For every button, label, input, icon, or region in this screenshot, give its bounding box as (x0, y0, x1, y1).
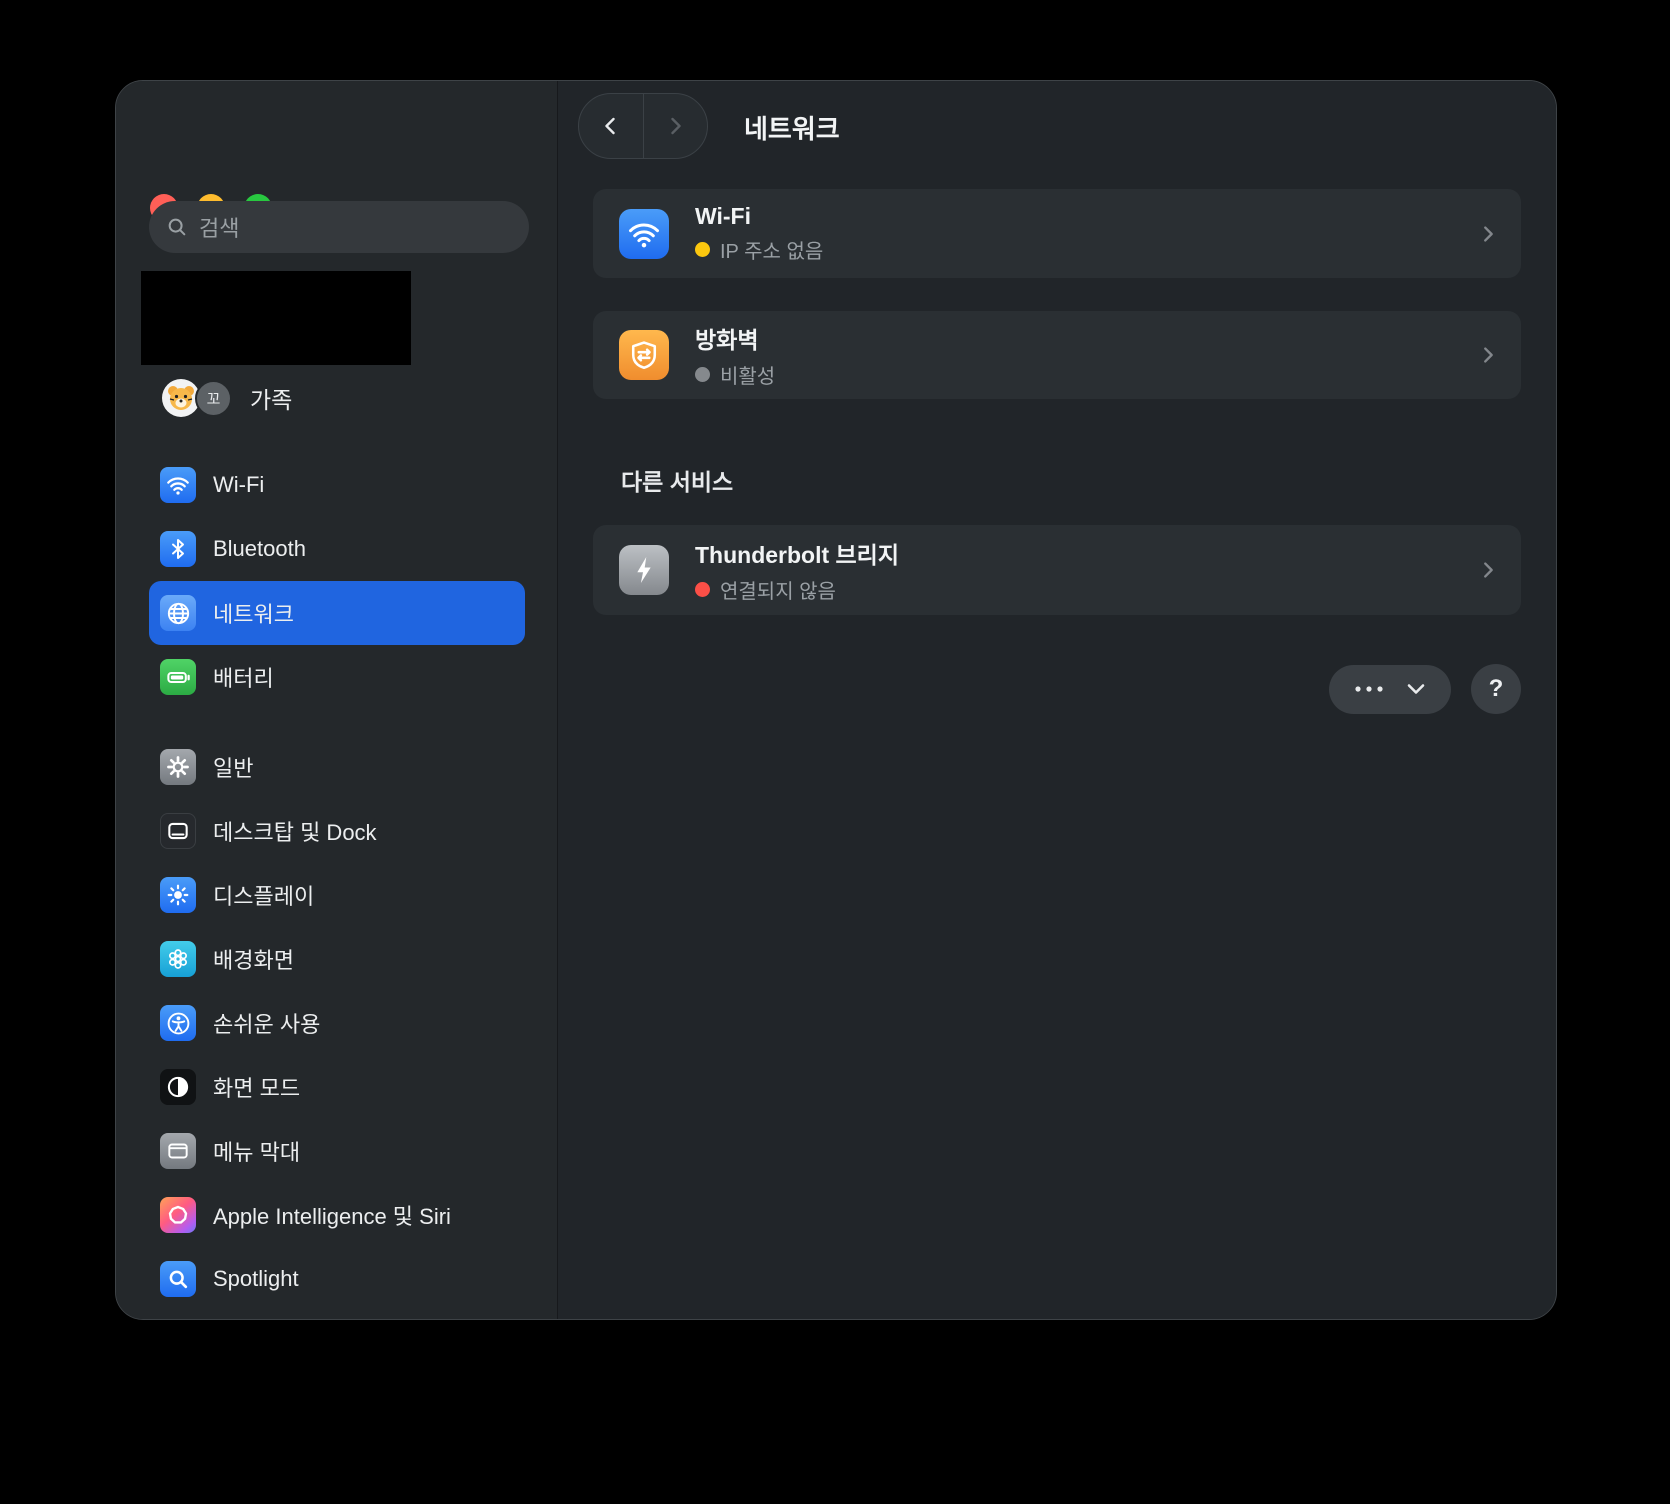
display-brightness-icon (160, 877, 196, 913)
desktop-dock-icon (160, 813, 196, 849)
sidebar-item-network[interactable]: 네트워크 (149, 581, 525, 645)
sidebar-item-label: 일반 (213, 751, 253, 783)
thunderbolt-icon (619, 545, 669, 595)
row-title: Thunderbolt 브리지 (695, 536, 1477, 570)
sidebar-item-wifi[interactable]: Wi-Fi (149, 453, 525, 517)
wifi-icon (619, 209, 669, 259)
sidebar-item-wallpaper[interactable]: 배경화면 (149, 927, 525, 991)
sidebar-item-label: Wi-Fi (213, 472, 264, 498)
redacted-account-name (141, 271, 411, 365)
help-button[interactable]: ? (1471, 664, 1521, 714)
search-icon (166, 216, 188, 238)
thunderbolt-bridge-row[interactable]: Thunderbolt 브리지 연결되지 않음 (593, 525, 1521, 615)
wifi-row[interactable]: Wi-Fi IP 주소 없음 (593, 189, 1521, 278)
sidebar-item-label: 디스플레이 (213, 879, 314, 911)
chevron-right-icon (1477, 341, 1499, 369)
sidebar-item-bluetooth[interactable]: Bluetooth (149, 517, 525, 581)
sidebar-item-family[interactable]: 꼬 가족 (162, 378, 292, 418)
sidebar-item-general[interactable]: 일반 (149, 735, 525, 799)
firewall-row[interactable]: 방화벽 비활성 (593, 311, 1521, 399)
search-input[interactable]: 검색 (149, 201, 529, 253)
system-settings-window: 검색 꼬 가족 (115, 80, 1557, 1320)
screen-mode-icon (160, 1069, 196, 1105)
more-options-button[interactable] (1329, 665, 1451, 714)
sidebar-item-label: 데스크탑 및 Dock (213, 815, 377, 847)
search-placeholder: 검색 (199, 211, 239, 243)
status-dot (695, 242, 710, 257)
apple-intelligence-icon (160, 1197, 196, 1233)
family-avatars: 꼬 (162, 378, 250, 418)
sidebar-item-label: 손쉬운 사용 (213, 1007, 320, 1039)
sidebar-item-menu-bar[interactable]: 메뉴 막대 (149, 1119, 525, 1183)
accessibility-icon (160, 1005, 196, 1041)
row-status: IP 주소 없음 (695, 235, 1477, 264)
row-status: 연결되지 않음 (695, 575, 1477, 604)
sidebar-item-label: 네트워크 (213, 597, 294, 629)
sidebar-nav-primary: Wi-Fi Bluetooth 네트워크 (149, 453, 525, 709)
spotlight-icon (160, 1261, 196, 1297)
sidebar-item-label: 배터리 (213, 661, 274, 693)
wallpaper-flower-icon (160, 941, 196, 977)
sidebar-item-label: Spotlight (213, 1266, 299, 1292)
sidebar-nav-secondary: 일반 데스크탑 및 Dock 디스플레이 (149, 735, 525, 1311)
battery-icon (160, 659, 196, 695)
ellipsis-icon (1354, 684, 1384, 694)
sidebar-item-label: Bluetooth (213, 536, 306, 562)
status-dot (695, 367, 710, 382)
sidebar-item-apple-intelligence-siri[interactable]: Apple Intelligence 및 Siri (149, 1183, 525, 1247)
sidebar-item-label: Apple Intelligence 및 Siri (213, 1199, 451, 1231)
bluetooth-icon (160, 531, 196, 567)
wifi-icon (160, 467, 196, 503)
sidebar-item-label: 화면 모드 (213, 1071, 300, 1103)
section-title: 다른 서비스 (621, 463, 733, 497)
chevron-right-icon (1477, 220, 1499, 248)
row-title: 방화벽 (695, 321, 1477, 355)
family-label: 가족 (250, 381, 292, 415)
sidebar-item-accessibility[interactable]: 손쉬운 사용 (149, 991, 525, 1055)
status-dot (695, 582, 710, 597)
sidebar-item-screen-mode[interactable]: 화면 모드 (149, 1055, 525, 1119)
sidebar-item-label: 메뉴 막대 (213, 1135, 300, 1167)
sidebar-item-label: 배경화면 (213, 943, 294, 975)
sidebar: 검색 꼬 가족 (116, 81, 558, 1319)
status-text: 비활성 (720, 360, 775, 389)
sidebar-item-battery[interactable]: 배터리 (149, 645, 525, 709)
family-badge-avatar: 꼬 (195, 380, 232, 417)
network-pane: 네트워크 Wi-Fi IP 주소 없음 (558, 81, 1556, 1319)
pane-footer: ? (593, 664, 1521, 714)
status-text: IP 주소 없음 (720, 235, 823, 264)
gear-icon (160, 749, 196, 785)
row-title: Wi-Fi (695, 203, 1477, 230)
globe-icon (160, 595, 196, 631)
sidebar-item-spotlight[interactable]: Spotlight (149, 1247, 525, 1311)
sidebar-item-desktop-dock[interactable]: 데스크탑 및 Dock (149, 799, 525, 863)
row-status: 비활성 (695, 360, 1477, 389)
firewall-icon (619, 330, 669, 380)
menu-bar-icon (160, 1133, 196, 1169)
chevron-right-icon (1477, 556, 1499, 584)
status-text: 연결되지 않음 (720, 575, 836, 604)
sidebar-item-display[interactable]: 디스플레이 (149, 863, 525, 927)
chevron-down-icon (1406, 682, 1426, 696)
